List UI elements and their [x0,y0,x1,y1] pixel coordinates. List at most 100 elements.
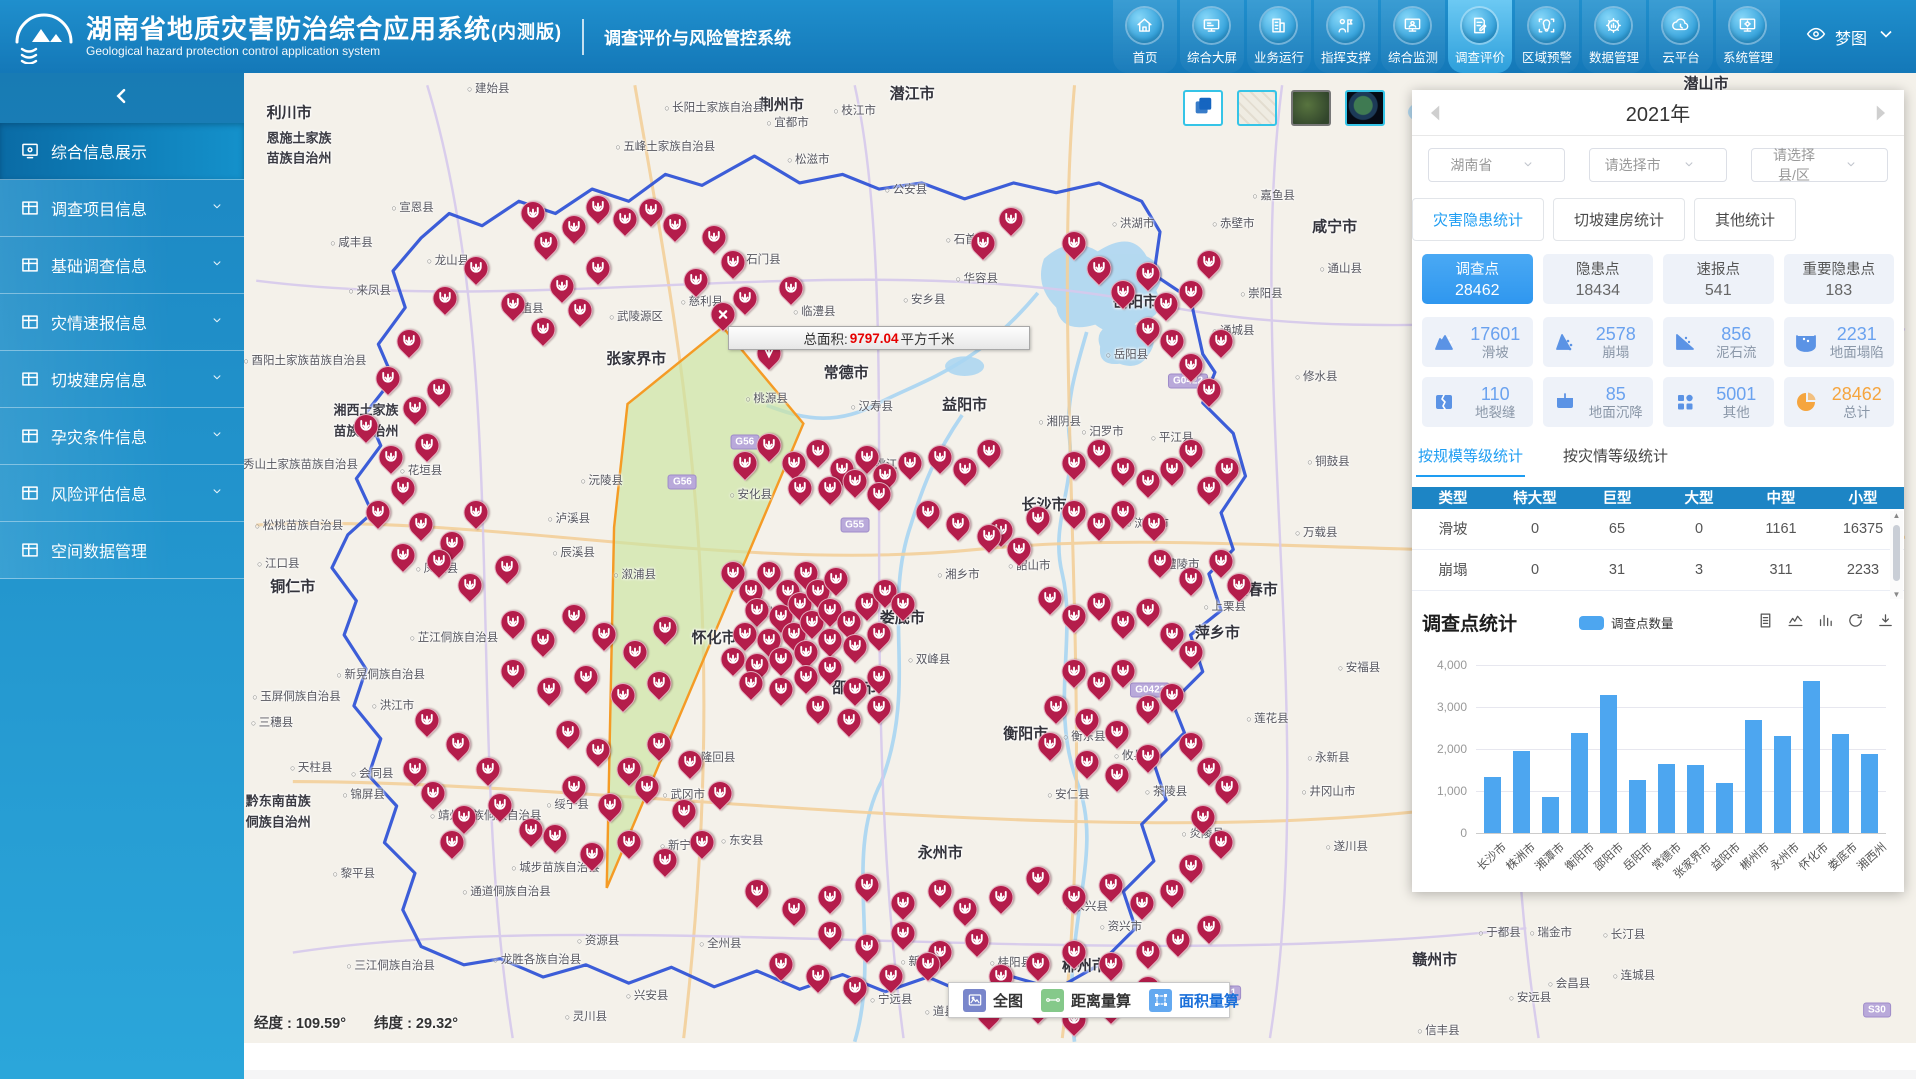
hazard-point-marker[interactable] [800,690,835,725]
hazard-point-marker[interactable] [1100,715,1135,750]
hazard-point-marker[interactable] [947,892,982,927]
hazard-point-marker[interactable] [617,635,652,670]
hazard-point-marker[interactable] [1093,947,1128,982]
hazard-point-marker[interactable] [1130,935,1165,970]
nav-item-command[interactable]: 指挥支撑 [1314,0,1378,73]
chart-bar-湘西州[interactable] [1861,754,1878,833]
sidebar-item-0[interactable]: 综合信息展示 [0,123,244,180]
grade-subtab-1[interactable]: 按灾情等级统计 [1561,445,1670,477]
chart-legend[interactable]: 调查点数量 [1579,613,1674,632]
scroll-down-icon[interactable]: ▼ [1893,590,1901,599]
hazard-point-marker[interactable] [1130,739,1165,774]
prev-year-button[interactable] [1425,102,1447,124]
hazard-point-marker[interactable] [1173,562,1208,597]
chart-bar-株洲市[interactable] [1513,751,1530,833]
hazard-point-marker[interactable] [1020,861,1055,896]
sidebar-item-1[interactable]: 调查项目信息 [0,180,244,237]
sidebar-item-4[interactable]: 切坡建房信息 [0,351,244,408]
measure-area-button[interactable]: 面积量算 [1149,989,1239,1012]
hazard-point-marker[interactable] [550,715,585,750]
hazard-point-marker[interactable] [959,922,994,957]
hazard-point-marker[interactable] [910,495,945,530]
hazard-point-marker[interactable] [984,880,1019,915]
hazard-point-marker[interactable] [458,250,493,285]
nav-item-system[interactable]: 系统管理 [1716,0,1780,73]
hazard-point-marker[interactable] [773,271,808,306]
hazard-point-marker[interactable] [1069,745,1104,780]
type-card-ground-collapse[interactable]: 2231 地面塌陷 [1784,317,1895,367]
chart-bar-怀化市[interactable] [1803,681,1820,833]
hazard-point-marker[interactable] [452,568,487,603]
hazard-point-marker[interactable] [580,189,615,224]
type-card-landslide[interactable]: 17601 滑坡 [1422,317,1533,367]
hazard-point-marker[interactable] [568,660,603,695]
hazard-point-marker[interactable] [1032,727,1067,762]
hazard-point-marker[interactable] [495,287,530,322]
hazard-point-marker[interactable] [1154,874,1189,909]
hazard-point-marker[interactable] [593,788,628,823]
hazard-point-marker[interactable] [556,770,591,805]
hazard-point-marker[interactable] [489,550,524,585]
hazard-point-marker[interactable] [684,825,719,860]
type-card-other[interactable]: 5001 其他 [1663,377,1774,427]
refresh-icon[interactable] [1847,612,1864,634]
hazard-point-marker[interactable] [1191,373,1226,408]
chart-bar-衡阳市[interactable] [1571,733,1588,833]
bar-chart-icon[interactable] [1817,612,1834,634]
hazard-point-marker[interactable] [1020,947,1055,982]
globe-thumb[interactable] [1345,90,1385,126]
hazard-point-marker[interactable] [385,470,420,505]
summary-card-1[interactable]: 隐患点 18434 [1543,254,1654,304]
hazard-point-marker[interactable] [580,250,615,285]
hazard-point-marker[interactable] [495,605,530,640]
hazard-point-marker[interactable] [666,794,701,829]
hazard-point-marker[interactable] [813,880,848,915]
hazard-point-marker[interactable] [642,727,677,762]
hazard-point-marker[interactable] [532,672,567,707]
chart-bar-岳阳市[interactable] [1629,780,1646,833]
hazard-point-marker[interactable] [495,654,530,689]
hazard-point-marker[interactable] [391,324,426,359]
nav-item-business[interactable]: 业务运行 [1247,0,1311,73]
nav-item-bigscreen[interactable]: 综合大屏 [1180,0,1244,73]
chart-bar-娄底市[interactable] [1832,734,1849,833]
hazard-point-marker[interactable] [483,788,518,823]
summary-card-0[interactable]: 调查点 28462 [1422,254,1533,304]
hazard-point-marker[interactable] [874,959,909,994]
nav-item-home[interactable]: 首页 [1113,0,1177,73]
hazard-point-marker[interactable] [672,745,707,780]
hazard-point-marker[interactable] [410,428,445,463]
hazard-point-marker[interactable] [837,971,872,1006]
hazard-point-marker[interactable] [831,703,866,738]
hazard-point-marker[interactable] [538,819,573,854]
hazard-point-marker[interactable] [861,690,896,725]
hazard-point-marker[interactable] [800,959,835,994]
hazard-point-marker[interactable] [1203,825,1238,860]
scrollbar-thumb[interactable] [1893,525,1900,581]
next-year-button[interactable] [1869,102,1891,124]
sidebar-collapse-button[interactable] [0,73,244,123]
hazard-point-marker[interactable] [1124,886,1159,921]
hazard-point-marker[interactable] [1191,910,1226,945]
hazard-point-marker[interactable] [1057,880,1092,915]
hazard-point-marker[interactable] [403,507,438,542]
hazard-point-marker[interactable] [849,867,884,902]
hazard-point-marker[interactable] [941,507,976,542]
hazard-point-marker[interactable] [373,440,408,475]
region-select-1[interactable]: 请选择市 [1589,148,1726,182]
hazard-point-marker[interactable] [611,825,646,860]
hazard-point-marker[interactable] [1093,867,1128,902]
hazard-point-marker[interactable] [580,733,615,768]
username[interactable]: 梦图 [1835,25,1867,49]
line-chart-icon[interactable] [1787,612,1804,634]
hazard-point-marker[interactable] [1161,922,1196,957]
hazard-point-marker[interactable] [1100,758,1135,793]
hazard-point-marker[interactable] [993,202,1028,237]
chart-bar-邵阳市[interactable] [1600,695,1617,833]
summary-card-2[interactable]: 速报点 541 [1663,254,1774,304]
table-scrollbar[interactable]: ▲ ▼ [1890,511,1903,599]
hazard-point-marker[interactable] [648,611,683,646]
table-row[interactable]: 滑坡0650116116375 [1412,509,1904,550]
hazard-point-marker[interactable] [1057,226,1092,261]
sidebar-item-7[interactable]: 空间数据管理 [0,522,244,579]
